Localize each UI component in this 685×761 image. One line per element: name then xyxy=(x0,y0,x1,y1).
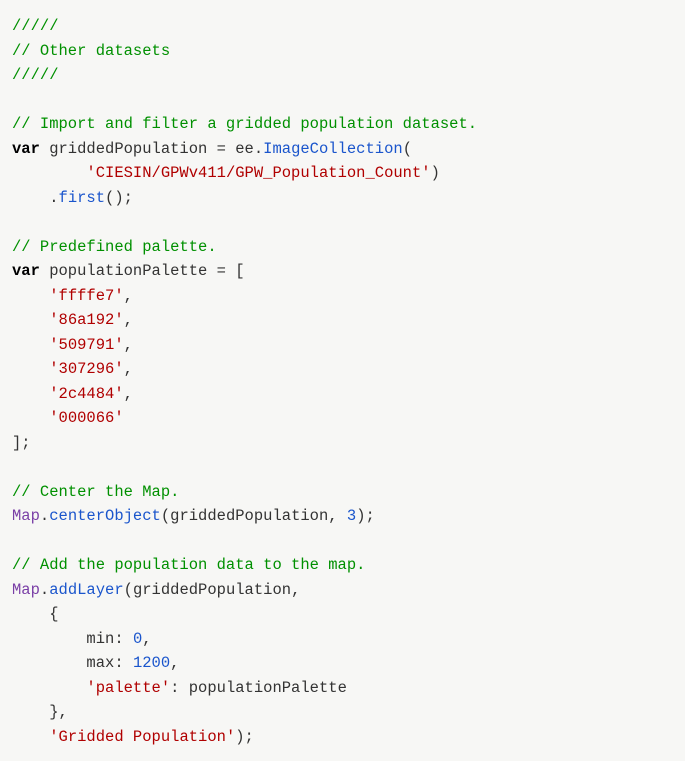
comma: , xyxy=(124,385,133,403)
brace-open: { xyxy=(12,605,59,623)
indent xyxy=(12,679,86,697)
code-block: ///// // Other datasets ///// // Import … xyxy=(0,0,685,761)
indent xyxy=(12,189,49,207)
number-literal: 1200 xyxy=(133,654,170,672)
comma: , xyxy=(142,630,151,648)
array-close: ]; xyxy=(12,434,31,452)
prop-value: : populationPalette xyxy=(170,679,347,697)
prop-key: min: xyxy=(86,630,133,648)
prop-key: max: xyxy=(86,654,133,672)
method-call: centerObject xyxy=(49,507,161,525)
comment-line: // Import and filter a gridded populatio… xyxy=(12,115,477,133)
string-literal: '307296' xyxy=(49,360,123,378)
identifier: griddedPopulation xyxy=(40,140,217,158)
map-object: Map xyxy=(12,507,40,525)
string-literal: 'Gridded Population' xyxy=(49,728,235,746)
method-call: addLayer xyxy=(49,581,123,599)
indent xyxy=(12,728,49,746)
prop-key-string: 'palette' xyxy=(86,679,170,697)
string-literal: '000066' xyxy=(49,409,123,427)
indent xyxy=(12,164,86,182)
dot: . xyxy=(40,581,49,599)
keyword-var: var xyxy=(12,140,40,158)
method-call: first xyxy=(59,189,106,207)
indent xyxy=(12,336,49,354)
indent xyxy=(12,654,86,672)
string-literal: 'CIESIN/GPWv411/GPW_Population_Count' xyxy=(86,164,430,182)
indent xyxy=(12,409,49,427)
string-literal: '2c4484' xyxy=(49,385,123,403)
comment-line: ///// xyxy=(12,17,59,35)
paren: ( xyxy=(403,140,412,158)
comment-line: // Predefined palette. xyxy=(12,238,217,256)
comma: , xyxy=(170,654,179,672)
brace-close: }, xyxy=(12,703,68,721)
indent xyxy=(12,360,49,378)
indent xyxy=(12,385,49,403)
call-end: ); xyxy=(235,728,254,746)
string-literal: '509791' xyxy=(49,336,123,354)
indent xyxy=(12,287,49,305)
dot: . xyxy=(40,507,49,525)
keyword-var: var xyxy=(12,262,40,280)
map-object: Map xyxy=(12,581,40,599)
dot: . xyxy=(254,140,263,158)
comma: , xyxy=(124,336,133,354)
call-end: (); xyxy=(105,189,133,207)
comment-line: // Add the population data to the map. xyxy=(12,556,365,574)
comment-line: // Center the Map. xyxy=(12,483,179,501)
operator: = xyxy=(217,140,236,158)
method-call: ImageCollection xyxy=(263,140,403,158)
indent xyxy=(12,311,49,329)
identifier: ee xyxy=(235,140,254,158)
args: (griddedPopulation, xyxy=(161,507,347,525)
comma: , xyxy=(124,287,133,305)
indent xyxy=(12,630,86,648)
identifier: populationPalette xyxy=(40,262,217,280)
comma: , xyxy=(124,311,133,329)
number-literal: 0 xyxy=(133,630,142,648)
comma: , xyxy=(124,360,133,378)
args: (griddedPopulation, xyxy=(124,581,301,599)
operator: = [ xyxy=(217,262,245,280)
string-literal: '86a192' xyxy=(49,311,123,329)
call-end: ); xyxy=(356,507,375,525)
string-literal: 'ffffe7' xyxy=(49,287,123,305)
comment-line: // Other datasets xyxy=(12,42,170,60)
comment-line: ///// xyxy=(12,66,59,84)
number-literal: 3 xyxy=(347,507,356,525)
paren: ) xyxy=(431,164,440,182)
dot: . xyxy=(49,189,58,207)
